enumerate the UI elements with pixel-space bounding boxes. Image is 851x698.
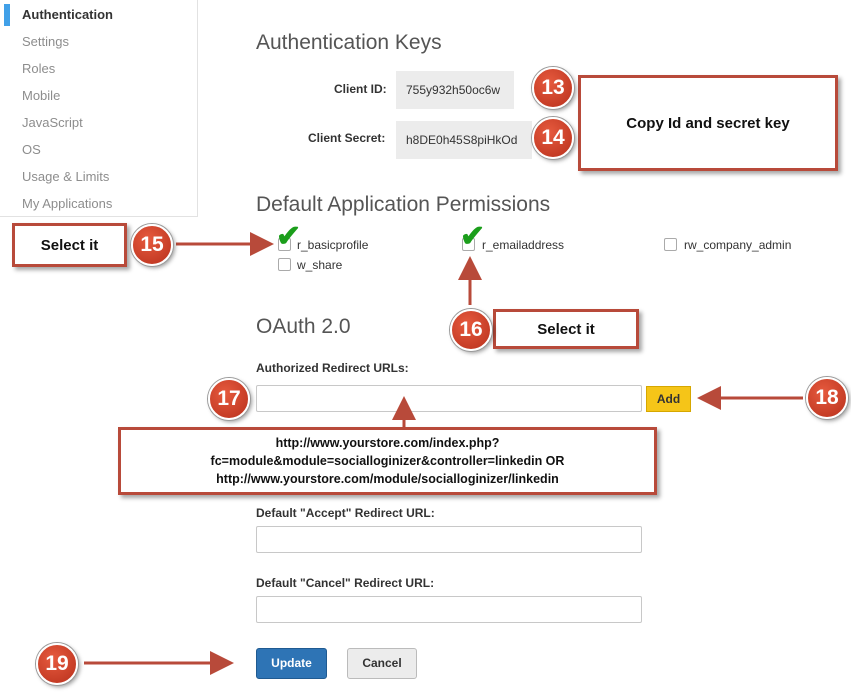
- step-badge-19: 19: [36, 643, 78, 685]
- url-note-line: fc=module&module=socialloginizer&control…: [210, 454, 565, 468]
- url-note-line: http://www.yourstore.com/module/sociallo…: [216, 472, 559, 486]
- step-badge-18: 18: [806, 377, 848, 419]
- step-badge-14: 14: [532, 117, 574, 159]
- redirect-url-note: http://www.yourstore.com/index.php? fc=m…: [118, 427, 657, 495]
- step-badge-13: 13: [532, 67, 574, 109]
- select-it-note: Select it: [12, 223, 127, 267]
- step-badge-17: 17: [208, 378, 250, 420]
- step-badge-16: 16: [450, 309, 492, 351]
- url-note-line: http://www.yourstore.com/index.php?: [275, 436, 500, 450]
- copy-keys-note: Copy Id and secret key: [578, 75, 838, 171]
- select-it-note: Select it: [493, 309, 639, 349]
- step-badge-15: 15: [131, 224, 173, 266]
